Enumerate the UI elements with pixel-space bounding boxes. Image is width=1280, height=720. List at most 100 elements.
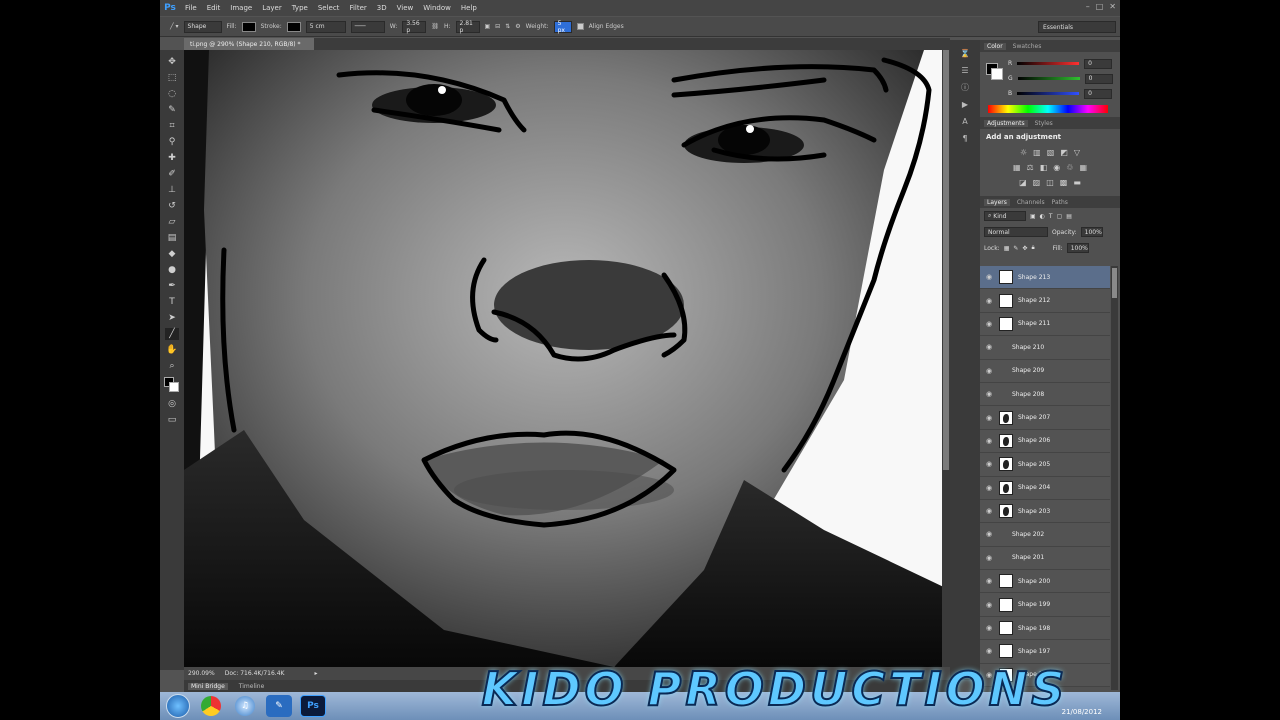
history-brush-tool-icon[interactable]: ↺ bbox=[165, 200, 179, 212]
layer-row[interactable]: ◉ Shape 203 bbox=[980, 499, 1110, 524]
layer-row[interactable]: ◉ Shape 202 bbox=[980, 523, 1110, 547]
levels-icon[interactable]: ▥ bbox=[1033, 148, 1041, 157]
lock-pixels-icon[interactable]: ✎ bbox=[1013, 245, 1018, 252]
zoom-tool-icon[interactable]: ⌕ bbox=[165, 360, 179, 372]
layers-scroll-thumb[interactable] bbox=[1112, 268, 1117, 298]
menu-3d[interactable]: 3D bbox=[372, 4, 392, 12]
eye-icon[interactable]: ◉ bbox=[986, 273, 994, 281]
color-balance-icon[interactable]: ⚖ bbox=[1027, 163, 1034, 172]
screen-mode-icon[interactable]: ▭ bbox=[165, 414, 179, 426]
eye-icon[interactable]: ◉ bbox=[986, 530, 994, 538]
posterize-icon[interactable]: ▨ bbox=[1033, 178, 1041, 187]
quick-select-tool-icon[interactable]: ✎ bbox=[165, 104, 179, 116]
filter-shape-icon[interactable]: ▢ bbox=[1057, 213, 1063, 220]
menu-type[interactable]: Type bbox=[287, 4, 313, 12]
weight-field[interactable]: 5 px bbox=[553, 20, 572, 34]
line-tool-icon[interactable]: ╱ ▾ bbox=[170, 23, 179, 30]
red-slider[interactable] bbox=[1017, 62, 1080, 65]
filter-pixel-icon[interactable]: ▣ bbox=[1030, 213, 1036, 220]
quick-mask-icon[interactable]: ◎ bbox=[165, 398, 179, 410]
close-icon[interactable]: ✕ bbox=[1109, 2, 1116, 11]
layer-kind-filter[interactable]: ⌕ Kind bbox=[984, 211, 1026, 221]
width-field[interactable]: 3.56 p bbox=[402, 20, 427, 34]
tab-color[interactable]: Color bbox=[984, 42, 1006, 50]
hue-saturation-icon[interactable]: ▦ bbox=[1013, 163, 1021, 172]
type-tool-icon[interactable]: T bbox=[165, 296, 179, 308]
tool-mode-select[interactable]: Shape bbox=[183, 20, 222, 33]
eye-icon[interactable]: ◉ bbox=[986, 437, 994, 445]
layer-row[interactable]: ◉ Shape 212 bbox=[980, 289, 1110, 313]
menu-view[interactable]: View bbox=[392, 4, 419, 12]
history-panel-icon[interactable]: ⌛ bbox=[959, 48, 971, 58]
photoshop-icon[interactable]: Ps bbox=[300, 695, 326, 717]
properties-panel-icon[interactable]: ☰ bbox=[959, 65, 971, 75]
blur-tool-icon[interactable]: ◆ bbox=[165, 248, 179, 260]
selective-color-icon[interactable]: ▩ bbox=[1060, 178, 1068, 187]
height-field[interactable]: 2.81 p bbox=[455, 20, 480, 34]
document-tab[interactable]: ti.png @ 290% (Shape 210, RGB/8) * bbox=[184, 38, 314, 50]
blend-mode-select[interactable]: Normal bbox=[984, 227, 1048, 237]
layer-row[interactable]: ◉ Shape 206 bbox=[980, 429, 1110, 454]
paint-icon[interactable]: ✎ bbox=[266, 695, 292, 717]
eye-icon[interactable]: ◉ bbox=[986, 507, 994, 515]
pen-tool-icon[interactable]: ✒ bbox=[165, 280, 179, 292]
layer-row[interactable]: ◉ Shape 200 bbox=[980, 570, 1110, 594]
path-alignment-icon[interactable]: ⊟ bbox=[495, 23, 500, 30]
layer-row[interactable]: ◉ Shape 208 bbox=[980, 382, 1110, 407]
layer-row[interactable]: ◉ Shape 207 bbox=[980, 406, 1110, 430]
clone-stamp-tool-icon[interactable]: ⊥ bbox=[165, 184, 179, 196]
eye-icon[interactable]: ◉ bbox=[986, 460, 994, 468]
filter-smart-object-icon[interactable]: ▤ bbox=[1066, 213, 1072, 220]
maximize-icon[interactable]: □ bbox=[1096, 2, 1104, 11]
foreground-background-colors[interactable] bbox=[163, 376, 181, 394]
invert-icon[interactable]: ◪ bbox=[1019, 178, 1027, 187]
workspace-switcher[interactable]: Essentials bbox=[1038, 21, 1116, 33]
character-panel-icon[interactable]: A bbox=[959, 116, 971, 126]
start-orb[interactable] bbox=[166, 694, 190, 718]
layer-row[interactable]: ◉ Shape 213 bbox=[980, 266, 1110, 290]
canvas-scroll-thumb[interactable] bbox=[943, 50, 949, 470]
tab-adjustments[interactable]: Adjustments bbox=[984, 119, 1028, 127]
menu-file[interactable]: File bbox=[180, 4, 202, 12]
layer-row[interactable]: ◉ Shape 199 bbox=[980, 593, 1110, 617]
tab-paths[interactable]: Paths bbox=[1052, 199, 1068, 206]
brush-tool-icon[interactable]: ✐ bbox=[165, 168, 179, 180]
menu-select[interactable]: Select bbox=[313, 4, 345, 12]
gear-icon[interactable]: ⚙ bbox=[515, 23, 520, 30]
blue-slider[interactable] bbox=[1017, 92, 1080, 95]
eye-icon[interactable]: ◉ bbox=[986, 320, 994, 328]
channel-mixer-icon[interactable]: ♲ bbox=[1066, 163, 1073, 172]
actions-panel-icon[interactable]: ▶ bbox=[959, 99, 971, 109]
chrome-icon[interactable] bbox=[201, 696, 221, 716]
layers-scrollbar[interactable] bbox=[1111, 266, 1118, 690]
filter-adjustment-icon[interactable]: ◐ bbox=[1040, 213, 1045, 220]
align-edges-checkbox[interactable] bbox=[576, 23, 584, 30]
red-value-field[interactable]: 0 bbox=[1084, 58, 1113, 69]
eye-icon[interactable]: ◉ bbox=[986, 390, 994, 398]
layer-row[interactable]: ◉ Shape 205 bbox=[980, 453, 1110, 477]
lock-position-icon[interactable]: ✥ bbox=[1022, 245, 1027, 252]
threshold-icon[interactable]: ◫ bbox=[1046, 178, 1054, 187]
minimize-icon[interactable]: – bbox=[1086, 2, 1090, 11]
background-color-swatch[interactable] bbox=[169, 382, 179, 392]
eye-icon[interactable]: ◉ bbox=[986, 484, 994, 492]
zoom-level[interactable]: 290.09% bbox=[188, 670, 215, 677]
green-value-field[interactable]: 0 bbox=[1084, 73, 1113, 84]
green-slider[interactable] bbox=[1017, 77, 1080, 80]
menu-image[interactable]: Image bbox=[225, 4, 257, 12]
crop-tool-icon[interactable]: ⌗ bbox=[165, 120, 179, 132]
lasso-tool-icon[interactable]: ◌ bbox=[165, 88, 179, 100]
tab-styles[interactable]: Styles bbox=[1035, 120, 1053, 127]
menu-filter[interactable]: Filter bbox=[344, 4, 371, 12]
healing-brush-tool-icon[interactable]: ✚ bbox=[165, 152, 179, 164]
menu-help[interactable]: Help bbox=[456, 4, 482, 12]
line-tool-icon[interactable]: ╱ bbox=[165, 328, 179, 340]
eye-icon[interactable]: ◉ bbox=[986, 647, 994, 655]
tab-mini-bridge[interactable]: Mini Bridge bbox=[188, 682, 228, 690]
black-white-icon[interactable]: ◧ bbox=[1040, 163, 1048, 172]
fill-swatch[interactable] bbox=[241, 21, 256, 32]
path-selection-tool-icon[interactable]: ➤ bbox=[165, 312, 179, 324]
layer-row[interactable]: ◉ Shape 201 bbox=[980, 546, 1110, 571]
move-tool-icon[interactable]: ✥ bbox=[165, 56, 179, 68]
stroke-size-field[interactable]: 5 cm bbox=[305, 20, 346, 33]
